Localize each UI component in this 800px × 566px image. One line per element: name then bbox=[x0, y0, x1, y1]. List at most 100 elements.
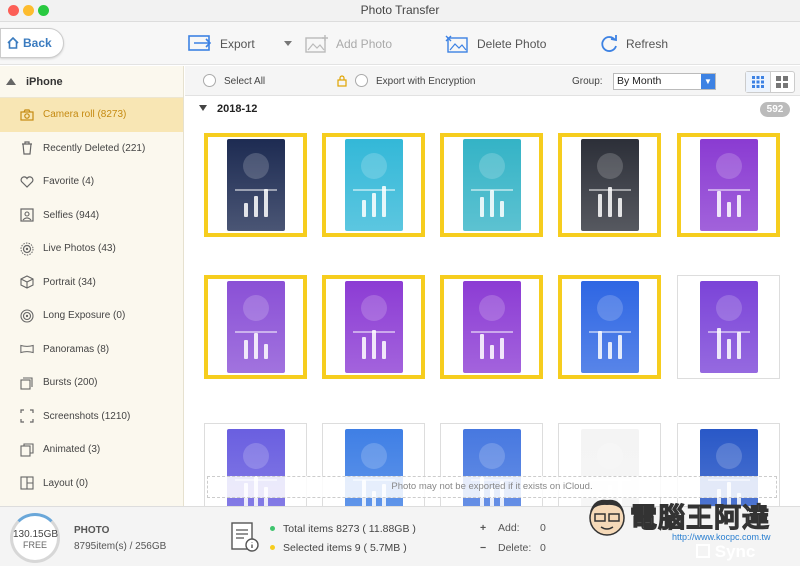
trash-icon bbox=[20, 141, 34, 155]
sidebar-item-label: Bursts (200) bbox=[43, 377, 98, 389]
mascot-logo-icon bbox=[589, 499, 625, 536]
lock-icon bbox=[337, 75, 347, 87]
device-name: iPhone bbox=[26, 75, 63, 88]
screenshot-preview bbox=[699, 281, 758, 373]
layout-icon bbox=[20, 476, 34, 490]
options-bar: Select All Export with Encryption Group:… bbox=[185, 66, 800, 96]
sidebar-item-label: Panoramas (8) bbox=[43, 343, 110, 355]
collapse-triangle-icon bbox=[199, 105, 207, 111]
photo-thumbnail[interactable] bbox=[677, 275, 780, 379]
document-info-icon bbox=[231, 522, 259, 552]
export-icon bbox=[188, 35, 212, 51]
bursts-icon bbox=[20, 376, 34, 390]
chevron-down-icon: ▼ bbox=[701, 74, 715, 89]
month-group-header[interactable]: 2018-12 592 bbox=[185, 96, 800, 120]
selected-dot-icon bbox=[270, 545, 275, 550]
total-items: Total items 8273 ( 11.88GB ) bbox=[270, 523, 416, 535]
photo-item-count: 8795item(s) / 256GB bbox=[74, 541, 167, 552]
storage-size: 130.15GB bbox=[13, 529, 59, 540]
refresh-button[interactable]: Refresh bbox=[598, 32, 668, 56]
delete-photo-label: Delete Photo bbox=[477, 37, 547, 51]
watermark-text: 電腦王阿達 bbox=[630, 503, 770, 535]
plus-icon: + bbox=[480, 522, 487, 534]
screenshot-preview bbox=[226, 139, 285, 231]
screenshot-preview bbox=[344, 139, 403, 231]
back-button[interactable]: Back bbox=[0, 28, 64, 58]
photo-category-label: PHOTO bbox=[74, 525, 110, 536]
minimize-window-button[interactable] bbox=[23, 5, 34, 16]
export-dropdown[interactable] bbox=[283, 32, 299, 56]
camera-icon bbox=[20, 108, 34, 122]
back-label: Back bbox=[23, 36, 52, 50]
storage-free-label: FREE bbox=[22, 540, 47, 550]
minus-icon: − bbox=[480, 542, 487, 554]
cube-icon bbox=[20, 275, 34, 289]
delete-photo-button[interactable]: Delete Photo bbox=[445, 32, 546, 56]
photo-thumbnail[interactable] bbox=[440, 133, 543, 237]
sidebar-item-label: Animated (3) bbox=[43, 444, 101, 456]
photo-thumbnail[interactable] bbox=[677, 133, 780, 237]
photo-thumbnail[interactable] bbox=[440, 275, 543, 379]
export-button[interactable]: Export bbox=[188, 32, 255, 56]
home-icon bbox=[7, 36, 19, 49]
watermark: 電腦王阿達 http://www.kocpc.com.tw Sync bbox=[580, 488, 800, 566]
zoom-window-button[interactable] bbox=[38, 5, 49, 16]
total-items-text: Total items 8273 ( 11.88GB ) bbox=[283, 523, 416, 535]
sidebar-item[interactable]: Bursts (200) bbox=[0, 366, 183, 400]
add-value: 0 bbox=[540, 522, 546, 534]
grid-small-icon bbox=[751, 76, 764, 88]
select-all-checkbox[interactable] bbox=[203, 74, 216, 87]
group-select-value: By Month bbox=[617, 75, 662, 87]
storage-ring: 130.15GB FREE bbox=[10, 513, 60, 563]
screenshot-preview bbox=[580, 139, 639, 231]
total-dot-icon bbox=[270, 526, 275, 531]
sidebar-item[interactable]: Recently Deleted (221) bbox=[0, 132, 183, 166]
photo-thumbnail[interactable] bbox=[558, 275, 661, 379]
month-label: 2018-12 bbox=[217, 103, 258, 115]
view-toggle bbox=[745, 71, 795, 93]
sidebar-item[interactable]: Layout (0) bbox=[0, 467, 183, 501]
sidebar-item-label: Selfies (944) bbox=[43, 209, 100, 221]
photo-thumbnail[interactable] bbox=[322, 275, 425, 379]
delete-label: Delete: bbox=[498, 542, 532, 554]
long-exposure-icon bbox=[20, 309, 34, 323]
photo-count-badge: 592 bbox=[760, 102, 790, 117]
photo-thumbnail[interactable] bbox=[322, 133, 425, 237]
sidebar-item[interactable]: Camera roll (8273) bbox=[0, 98, 183, 132]
device-header[interactable]: iPhone bbox=[0, 66, 183, 98]
add-photo-button[interactable]: Add Photo bbox=[304, 32, 392, 56]
animated-icon bbox=[20, 443, 34, 457]
delete-value: 0 bbox=[540, 542, 546, 554]
sidebar-item[interactable]: Favorite (4) bbox=[0, 165, 183, 199]
selected-items: Selected items 9 ( 5.7MB ) bbox=[270, 542, 407, 554]
sidebar-item[interactable]: Live Photos (43) bbox=[0, 232, 183, 266]
selected-items-text: Selected items 9 ( 5.7MB ) bbox=[283, 542, 407, 554]
add-label: Add: bbox=[498, 522, 520, 534]
sidebar-item[interactable]: Panoramas (8) bbox=[0, 333, 183, 367]
photo-thumbnail[interactable] bbox=[204, 275, 307, 379]
screenshot-preview bbox=[699, 139, 758, 231]
window-title: Photo Transfer bbox=[360, 3, 440, 17]
toolbar: Back Export Add Photo Delete Photo Refre… bbox=[0, 22, 800, 65]
sidebar-item[interactable]: Animated (3) bbox=[0, 433, 183, 467]
sidebar-item[interactable]: Selfies (944) bbox=[0, 199, 183, 233]
group-select[interactable]: By Month ▼ bbox=[613, 73, 716, 90]
sidebar: iPhone Camera roll (8273) Recently Delete… bbox=[0, 66, 184, 506]
grid-large-view-button[interactable] bbox=[771, 72, 795, 92]
photo-thumbnail[interactable] bbox=[558, 133, 661, 237]
sidebar-item[interactable]: Portrait (34) bbox=[0, 266, 183, 300]
heart-icon bbox=[20, 175, 34, 189]
sync-icon bbox=[696, 544, 710, 558]
sync-label: Sync bbox=[714, 542, 756, 561]
encryption-checkbox[interactable] bbox=[355, 74, 368, 87]
selfie-icon bbox=[20, 208, 34, 222]
sidebar-item[interactable]: Screenshots (1210) bbox=[0, 400, 183, 434]
sidebar-item-label: Screenshots (1210) bbox=[43, 410, 131, 422]
close-window-button[interactable] bbox=[8, 5, 19, 16]
sidebar-item[interactable]: Long Exposure (0) bbox=[0, 299, 183, 333]
photo-thumbnail[interactable] bbox=[204, 133, 307, 237]
sync-button[interactable]: Sync bbox=[696, 542, 755, 562]
export-label: Export bbox=[220, 37, 255, 51]
sidebar-item-label: Layout (0) bbox=[43, 477, 89, 489]
grid-small-view-button[interactable] bbox=[746, 72, 771, 92]
